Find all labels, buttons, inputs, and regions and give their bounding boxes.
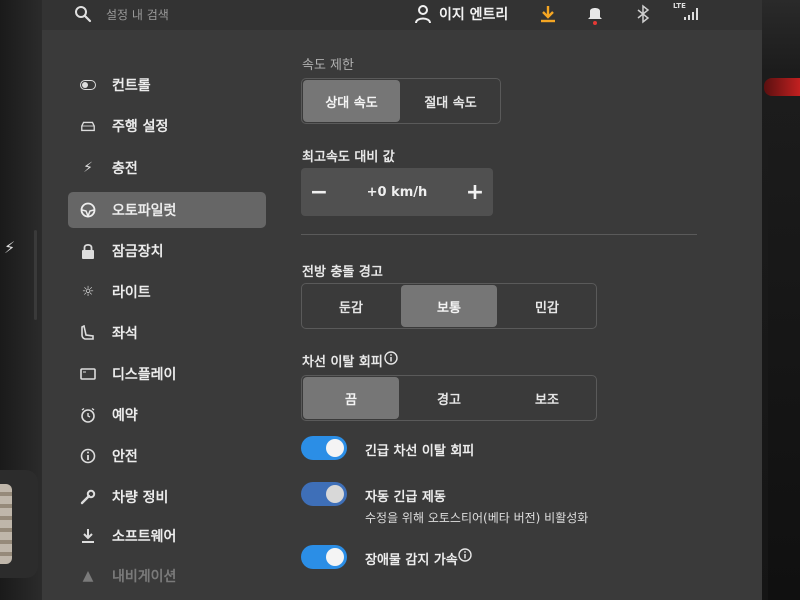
sidebar-item-controls[interactable]: 컨트롤 — [68, 67, 266, 103]
navigation-icon: ▲ — [82, 568, 94, 584]
driver-profile-name[interactable]: 이지 엔트리 — [439, 4, 508, 24]
sidebar-item-locks[interactable]: 잠금장치 — [68, 233, 266, 269]
sidebar-item-autopilot[interactable]: 오토파일럿 — [68, 192, 266, 228]
wrench-icon — [80, 489, 96, 505]
top-bar: 설정 내 검색 이지 엔트리 LTE — [42, 0, 762, 30]
speed-offset-label: 최고속도 대비 값 — [302, 150, 395, 165]
obstacle-aware-acceleration-label: 장애물 감지 가속 — [365, 553, 458, 568]
forward-collision-label: 전방 충돌 경고 — [302, 265, 383, 280]
increase-button[interactable]: + — [457, 180, 493, 205]
emergency-lane-avoidance-toggle[interactable] — [301, 436, 347, 460]
steering-wheel-icon — [80, 202, 96, 218]
red-ambient-light — [764, 78, 800, 96]
toggle-knob — [326, 485, 344, 503]
emergency-lane-avoidance-label: 긴급 차선 이탈 회피 — [365, 444, 475, 459]
sidebar-item-lights[interactable]: ☼ 라이트 — [68, 274, 266, 310]
seat-icon — [80, 325, 96, 341]
bell-icon[interactable] — [587, 3, 603, 25]
collision-option-late[interactable]: 둔감 — [303, 285, 399, 327]
bluetooth-icon[interactable] — [636, 4, 650, 24]
speed-limit-option-absolute[interactable]: 절대 속도 — [402, 80, 499, 122]
speed-limit-selector: 상대 속도 절대 속도 — [301, 78, 501, 124]
sidebar-item-label: 라이트 — [112, 285, 151, 301]
display-icon — [80, 366, 96, 382]
settings-screen: 설정 내 검색 이지 엔트리 LTE 컨트롤 주행 설정 ⚡ 충전 오토파일럿 … — [42, 0, 762, 600]
section-divider — [301, 234, 697, 235]
sidebar-item-service[interactable]: 차량 정비 — [68, 479, 266, 515]
download-icon — [80, 528, 96, 544]
car-thumbnail — [0, 484, 12, 564]
sidebar-item-navigation[interactable]: ▲ 내비게이션 — [68, 558, 266, 594]
search-input[interactable]: 설정 내 검색 — [106, 6, 169, 23]
sidebar-item-label: 디스플레이 — [112, 367, 177, 383]
sidebar-item-driving[interactable]: 주행 설정 — [68, 108, 266, 144]
sidebar-item-label: 차량 정비 — [112, 490, 169, 506]
lane-departure-label: 차선 이탈 회피 — [302, 355, 383, 370]
user-icon[interactable] — [414, 4, 432, 24]
bezel-line — [34, 230, 37, 320]
lane-option-warning[interactable]: 경고 — [401, 377, 497, 419]
sidebar-item-label: 좌석 — [112, 326, 138, 342]
sidebar-item-label: 예약 — [112, 408, 138, 424]
sidebar-item-label: 오토파일럿 — [112, 203, 177, 219]
alarm-clock-icon — [80, 407, 96, 423]
sidebar-item-schedule[interactable]: 예약 — [68, 397, 266, 433]
sidebar-item-label: 안전 — [112, 449, 138, 465]
sidebar-item-label: 소프트웨어 — [112, 529, 177, 545]
sidebar-item-display[interactable]: 디스플레이 — [68, 356, 266, 392]
speed-limit-option-relative[interactable]: 상대 속도 — [303, 80, 400, 122]
toggle-knob — [326, 548, 344, 566]
automatic-emergency-braking-note: 수정을 위해 오토스티어(베타 버전) 비활성화 — [365, 511, 589, 525]
speed-offset-value: +0 km/h — [366, 184, 428, 200]
automatic-emergency-braking-toggle[interactable] — [301, 482, 347, 506]
toggle-icon — [80, 77, 96, 93]
car-icon — [80, 118, 96, 134]
info-icon[interactable] — [458, 548, 472, 562]
bezel-bolt-icon: ⚡ — [4, 238, 16, 257]
info-icon[interactable] — [384, 351, 398, 365]
obstacle-aware-acceleration-toggle[interactable] — [301, 545, 347, 569]
speed-offset-stepper: − +0 km/h + — [301, 168, 493, 216]
automatic-emergency-braking-label: 자동 긴급 제동 — [365, 490, 446, 505]
toggle-knob — [326, 439, 344, 457]
collision-option-early[interactable]: 민감 — [499, 285, 595, 327]
decrease-button[interactable]: − — [301, 180, 337, 205]
sidebar-item-software[interactable]: 소프트웨어 — [68, 518, 266, 554]
forward-collision-selector: 둔감 보통 민감 — [301, 283, 597, 329]
collision-option-medium[interactable]: 보통 — [401, 285, 497, 327]
sidebar-item-label: 내비게이션 — [112, 569, 177, 585]
sidebar-item-label: 잠금장치 — [112, 244, 164, 260]
search-icon[interactable] — [74, 5, 92, 23]
bolt-icon: ⚡ — [83, 160, 93, 176]
sidebar-item-charging[interactable]: ⚡ 충전 — [68, 150, 266, 186]
lane-option-assist[interactable]: 보조 — [499, 377, 595, 419]
info-circle-icon — [80, 448, 96, 464]
sidebar-item-seats[interactable]: 좌석 — [68, 315, 266, 351]
speed-limit-label: 속도 제한 — [302, 58, 354, 73]
light-icon: ☼ — [81, 284, 95, 300]
signal-icon — [684, 8, 698, 20]
lock-icon — [80, 243, 96, 259]
sidebar-item-label: 주행 설정 — [112, 119, 169, 135]
sidebar-item-label: 충전 — [112, 161, 138, 177]
sidebar-item-label: 컨트롤 — [112, 78, 151, 94]
lane-option-off[interactable]: 끔 — [303, 377, 399, 419]
sidebar-item-safety[interactable]: 안전 — [68, 438, 266, 474]
download-icon[interactable] — [539, 4, 557, 24]
right-bezel-shade — [768, 130, 800, 600]
lane-departure-selector: 끔 경고 보조 — [301, 375, 597, 421]
